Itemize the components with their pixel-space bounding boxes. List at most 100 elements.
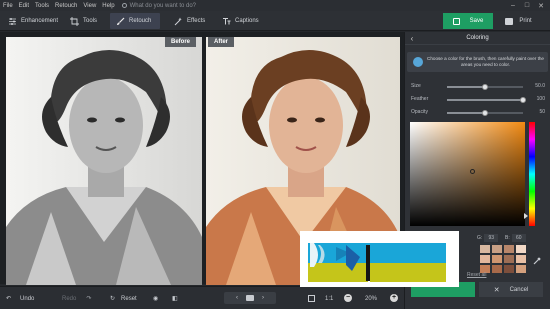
- tab-enhancement[interactable]: Enhancement: [2, 13, 64, 29]
- fit-screen-icon: [308, 295, 315, 302]
- printer-icon: [505, 17, 514, 25]
- search-icon: [121, 3, 127, 8]
- size-value[interactable]: 50.0: [535, 83, 545, 89]
- compare-toggle[interactable]: ◧: [172, 293, 178, 304]
- feather-slider-handle[interactable]: [520, 97, 526, 103]
- redo-button[interactable]: Redo ↷: [62, 293, 91, 304]
- logo-image: [308, 243, 446, 282]
- tab-effects-label: Effects: [187, 18, 206, 24]
- size-slider[interactable]: [447, 84, 523, 90]
- fit-to-screen-button[interactable]: [308, 293, 315, 304]
- zoom-value: 20%: [365, 295, 378, 302]
- menu-edit[interactable]: Edit: [16, 3, 32, 9]
- close-icon[interactable]: ✕: [534, 0, 548, 11]
- panel-header: ‹ Coloring: [405, 32, 550, 45]
- hue-slider-handle[interactable]: [524, 213, 528, 219]
- before-photo: [6, 37, 202, 285]
- color-picker-field[interactable]: [410, 122, 525, 226]
- reset-button[interactable]: ↻ Reset: [110, 293, 137, 304]
- tab-captions-label: Captions: [235, 18, 259, 24]
- bottom-bar: ↶ Undo Redo ↷ ↻ Reset ◉ ◧ ‹ › 1:1 − 20% …: [0, 286, 404, 309]
- zoom-in-icon[interactable]: +: [390, 294, 398, 302]
- save-label: Save: [469, 18, 484, 24]
- blue-input[interactable]: 60: [511, 233, 526, 242]
- cancel-button[interactable]: ✕ Cancel: [479, 282, 543, 297]
- tab-tools[interactable]: Tools: [64, 13, 103, 29]
- brush-icon: [116, 17, 125, 26]
- hint-box: Choose a color for the brush, then caref…: [407, 52, 548, 72]
- maximize-icon[interactable]: □: [520, 0, 534, 11]
- next-file-icon[interactable]: ›: [262, 295, 264, 301]
- menu-file[interactable]: File: [0, 3, 16, 9]
- save-button[interactable]: Save: [443, 13, 493, 29]
- green-field[interactable]: G: 93: [477, 233, 499, 242]
- previous-file-icon[interactable]: ‹: [236, 295, 238, 301]
- menu-tools[interactable]: Tools: [32, 3, 52, 9]
- tab-retouch[interactable]: Retouch: [110, 13, 160, 29]
- save-icon: [452, 17, 460, 25]
- after-label: After: [208, 37, 235, 47]
- reset-label: Reset: [121, 295, 137, 302]
- color-swatch[interactable]: [516, 255, 526, 263]
- redo-label: Redo: [62, 295, 77, 302]
- color-swatch[interactable]: [492, 265, 502, 273]
- hue-slider[interactable]: [529, 122, 535, 226]
- photo-editor-window: File Edit Tools Retouch View Help What d…: [0, 0, 550, 309]
- color-swatch[interactable]: [504, 255, 514, 263]
- blue-field[interactable]: B: 60: [505, 233, 526, 242]
- logo-overlay: [300, 231, 459, 287]
- size-slider-fill: [447, 86, 485, 88]
- green-label: G:: [477, 234, 483, 241]
- color-swatch[interactable]: [492, 245, 502, 253]
- feather-slider-row: Feather 100: [411, 96, 545, 104]
- cancel-label: Cancel: [509, 286, 529, 293]
- tab-retouch-label: Retouch: [129, 18, 152, 24]
- color-picker-cursor[interactable]: [470, 169, 475, 174]
- undo-icon: ↶: [6, 296, 12, 302]
- preview-toggle[interactable]: ◉: [153, 293, 158, 304]
- back-arrow-icon[interactable]: ‹: [405, 34, 419, 43]
- print-label: Print: [519, 18, 532, 24]
- tab-enhancement-label: Enhancement: [21, 18, 59, 24]
- info-icon: [413, 57, 423, 67]
- reset-all-link[interactable]: Reset all: [467, 272, 486, 278]
- command-search[interactable]: What do you want to do?: [121, 3, 196, 9]
- text-icon: [222, 17, 231, 26]
- tab-tools-label: Tools: [83, 18, 98, 24]
- color-swatch[interactable]: [480, 255, 490, 263]
- color-swatch[interactable]: [516, 265, 526, 273]
- size-slider-handle[interactable]: [482, 84, 488, 90]
- opacity-slider[interactable]: [447, 110, 523, 116]
- sliders-icon: [8, 17, 17, 26]
- feather-slider[interactable]: [447, 97, 526, 103]
- minimize-icon[interactable]: –: [506, 0, 520, 11]
- eye-icon: ◉: [153, 296, 159, 302]
- menu-retouch[interactable]: Retouch: [52, 3, 80, 9]
- magic-wand-icon: [174, 17, 183, 26]
- split-view-icon: ◧: [172, 296, 178, 302]
- menu-help[interactable]: Help: [99, 3, 117, 9]
- color-swatch[interactable]: [492, 255, 502, 263]
- hint-text: Choose a color for the brush, then caref…: [427, 56, 544, 67]
- tab-effects[interactable]: Effects: [168, 13, 211, 29]
- opacity-slider-handle[interactable]: [482, 110, 488, 116]
- menu-view[interactable]: View: [80, 3, 99, 9]
- green-input[interactable]: 93: [484, 233, 499, 242]
- tab-captions[interactable]: Captions: [216, 13, 265, 29]
- print-button[interactable]: Print: [496, 13, 541, 29]
- color-swatch[interactable]: [504, 245, 514, 253]
- before-label: Before: [165, 37, 197, 47]
- opacity-value[interactable]: 50: [539, 109, 545, 115]
- zoom-1-1-button[interactable]: 1:1: [325, 293, 333, 304]
- zoom-out-icon[interactable]: −: [344, 294, 352, 302]
- opacity-slider-row: Opacity 50: [411, 109, 545, 117]
- color-swatch[interactable]: [480, 245, 490, 253]
- eyedropper-icon[interactable]: [533, 252, 541, 265]
- undo-button[interactable]: ↶ Undo: [6, 293, 34, 304]
- feather-value[interactable]: 100: [537, 96, 545, 102]
- folder-icon[interactable]: [246, 295, 254, 301]
- blue-label: B:: [505, 234, 510, 241]
- color-swatch[interactable]: [516, 245, 526, 253]
- window-controls: – □ ✕: [506, 0, 548, 11]
- color-swatch[interactable]: [504, 265, 514, 273]
